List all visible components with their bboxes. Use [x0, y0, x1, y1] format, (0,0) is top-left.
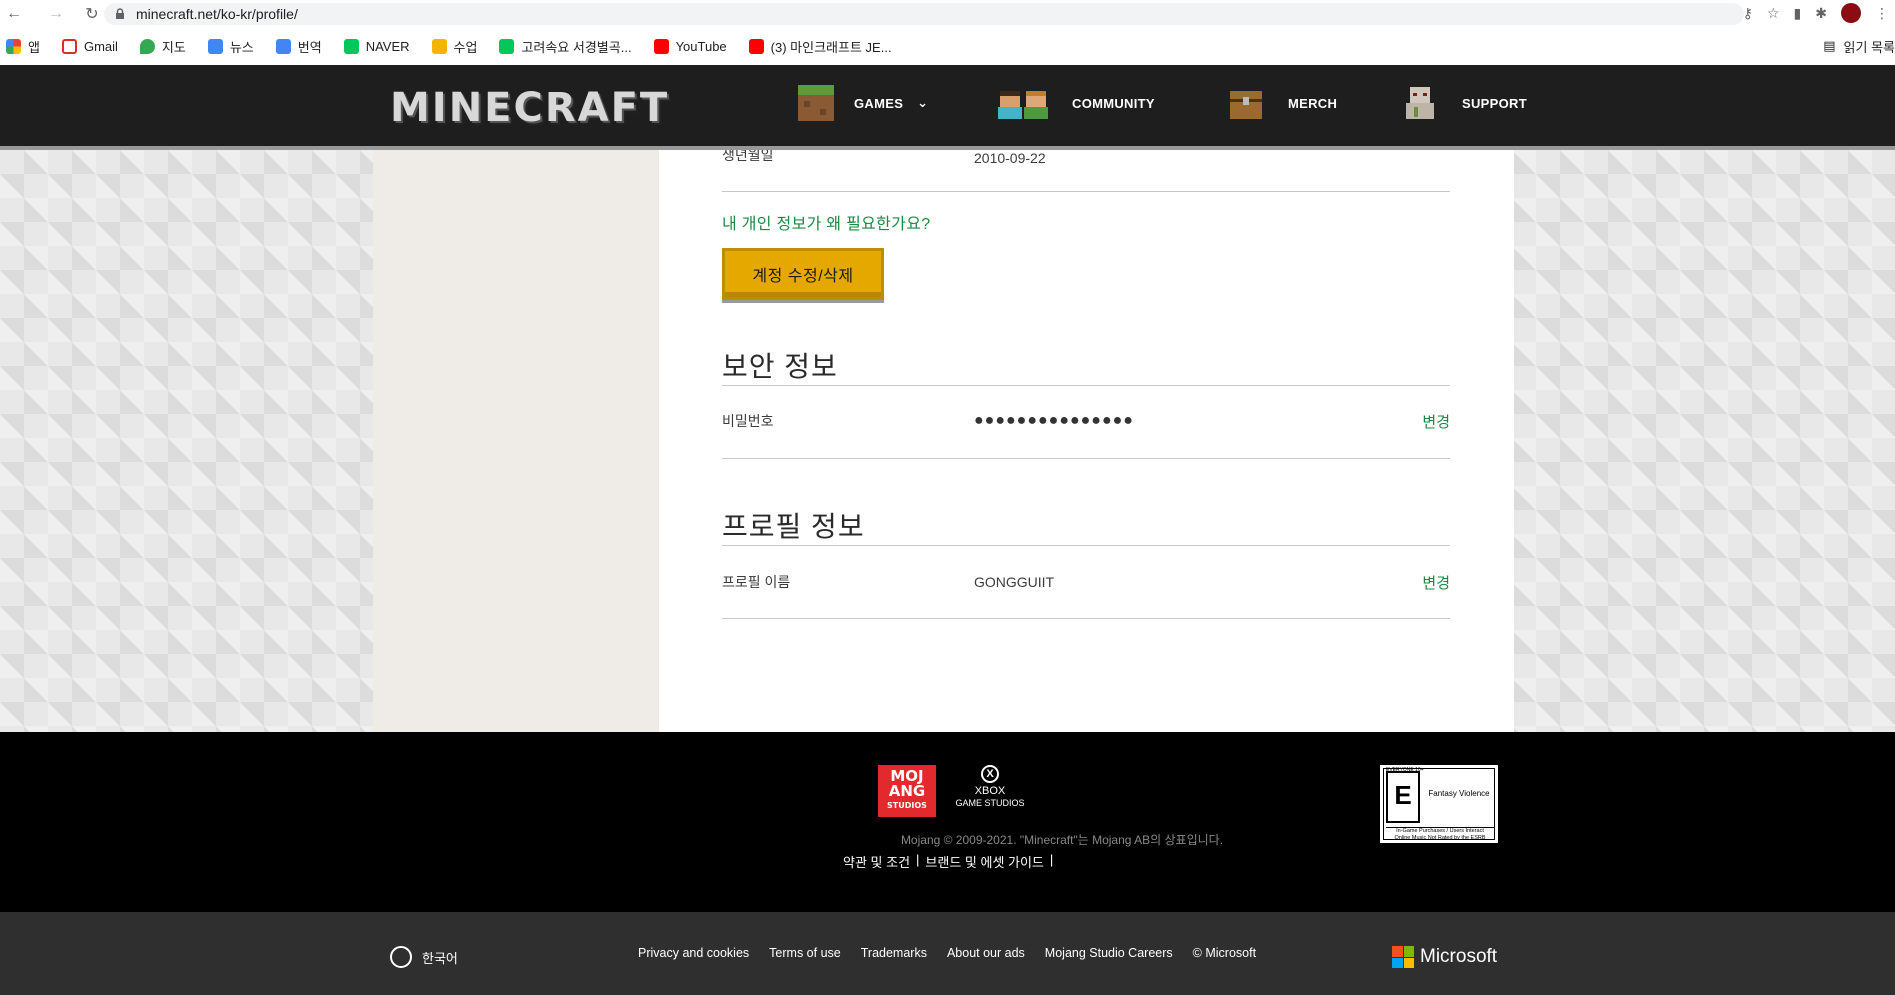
esrb-e-icon: E — [1386, 771, 1420, 823]
apps-grid-icon — [6, 38, 21, 54]
xbox-icon: X — [981, 765, 999, 783]
bookmark-translate[interactable]: 번역 — [275, 37, 322, 56]
language-selector[interactable]: 한국어 — [390, 946, 458, 968]
profile-content — [659, 150, 1514, 732]
divider — [722, 191, 1450, 192]
mojang-logo[interactable]: MOJANG STUDIOS — [878, 765, 936, 817]
divider — [722, 545, 1450, 546]
blog-icon — [499, 38, 515, 54]
profile-section-title: 프로필 정보 — [722, 511, 865, 542]
microsoft-copyright: © Microsoft — [1192, 946, 1257, 960]
security-section-title: 보안 정보 — [722, 351, 838, 382]
esrb-rating-badge[interactable]: EVERYONE 10+ E Fantasy Violence In-Game … — [1380, 765, 1498, 843]
nav-merch[interactable]: MERCH — [1228, 85, 1337, 121]
news-icon — [207, 38, 223, 54]
esrb-descriptor: Fantasy Violence — [1428, 789, 1490, 798]
bookmark-gmail[interactable]: Gmail — [61, 38, 118, 54]
bookmark-youtube[interactable]: YouTube — [653, 38, 727, 54]
browser-toolbar: ← → ↻ minecraft.net/ko-kr/profile/ ⚷ ☆ ▮… — [0, 0, 1895, 28]
menu-icon[interactable]: ⋮ — [1875, 5, 1889, 22]
microsoft-logo[interactable]: Microsoft — [1392, 946, 1497, 968]
bookmark-youtube-minecraft[interactable]: (3) 마인크래프트 JE... — [748, 37, 892, 56]
reload-button[interactable]: ↻ — [80, 2, 104, 26]
url-text: minecraft.net/ko-kr/profile/ — [136, 6, 298, 22]
nav-support[interactable]: SUPPORT — [1402, 85, 1527, 121]
password-value: ●●●●●●●●●●●●●●● — [974, 412, 1134, 429]
why-info-link[interactable]: 내 개인 정보가 왜 필요한가요? — [722, 210, 930, 234]
lock-icon — [116, 8, 124, 19]
birthdate-row: 생년월일 2010-09-22 — [722, 150, 1450, 166]
divider — [722, 458, 1450, 459]
back-button[interactable]: ← — [2, 2, 26, 26]
legal-links: 약관 및 조건 | 브랜드 및 에셋 가이드 | — [843, 852, 1053, 871]
divider — [722, 385, 1450, 386]
map-pin-icon — [139, 38, 155, 54]
nav-games[interactable]: GAMES ⌄ — [798, 85, 928, 121]
bookmark-news[interactable]: 뉴스 — [207, 37, 254, 56]
footer-bottom: 한국어 Privacy and cookies Terms of use Tra… — [0, 912, 1895, 995]
footer-main: MOJANG STUDIOS X XBOX GAME STUDIOS Mojan… — [0, 732, 1895, 912]
microsoft-squares-icon — [1392, 946, 1414, 968]
youtube-icon — [748, 38, 764, 54]
iron-golem-icon — [1406, 87, 1434, 119]
profile-name-row: 프로필 이름 GONGGUIIT 변경 — [722, 571, 1450, 593]
bookmark-apps[interactable]: 앱 — [6, 37, 40, 56]
careers-link[interactable]: Mojang Studio Careers — [1045, 946, 1173, 960]
avatar[interactable] — [1841, 3, 1861, 23]
about-ads-link[interactable]: About our ads — [947, 946, 1025, 960]
bookmark-maps[interactable]: 지도 — [139, 37, 186, 56]
site-header: MINECRAFT GAMES ⌄ COMMUNITY MERCH SUPPOR… — [0, 65, 1895, 150]
naver-icon — [343, 38, 359, 54]
key-icon[interactable]: ⚷ — [1743, 5, 1753, 22]
birthdate-value: 2010-09-22 — [974, 150, 1046, 166]
password-row: 비밀번호 ●●●●●●●●●●●●●●● 변경 — [722, 410, 1450, 432]
password-label: 비밀번호 — [722, 413, 774, 429]
divider — [722, 618, 1450, 619]
grass-block-icon — [798, 85, 834, 121]
trademarks-link[interactable]: Trademarks — [861, 946, 927, 960]
reading-list-icon: ▤ — [1823, 38, 1836, 53]
footer-links: Privacy and cookies Terms of use Tradema… — [638, 946, 1256, 960]
side-panel — [373, 150, 659, 732]
bookmark-naver[interactable]: NAVER — [343, 38, 410, 54]
gmail-icon — [61, 38, 77, 54]
star-icon[interactable]: ☆ — [1767, 5, 1780, 22]
birthdate-label: 생년월일 — [722, 150, 774, 163]
edit-account-button[interactable]: 계정 수정/삭제 — [722, 248, 884, 300]
esrb-fine-print: In-Game Purchases / Users Interact Onlin… — [1386, 827, 1494, 842]
translate-icon — [275, 38, 291, 54]
globe-icon — [390, 946, 412, 968]
copyright-text: Mojang © 2009-2021. "Minecraft"는 Mojang … — [900, 833, 1224, 847]
address-bar[interactable]: minecraft.net/ko-kr/profile/ — [104, 3, 1744, 25]
minecraft-logo[interactable]: MINECRAFT — [390, 85, 669, 131]
profile-name-label: 프로필 이름 — [722, 574, 791, 590]
change-profile-name-link[interactable]: 변경 — [1422, 572, 1450, 593]
terms-link[interactable]: 약관 및 조건 — [843, 852, 910, 871]
change-password-link[interactable]: 변경 — [1422, 411, 1450, 432]
brand-guide-link[interactable]: 브랜드 및 에셋 가이드 — [925, 852, 1043, 871]
bookmarks-bar: 앱 Gmail 지도 뉴스 번역 NAVER 수업 고려속요 서경별곡... Y… — [0, 33, 1895, 59]
chevron-down-icon: ⌄ — [917, 95, 929, 110]
separator: | — [916, 852, 920, 867]
youtube-icon — [653, 38, 669, 54]
bookmark-blog[interactable]: 고려속요 서경별곡... — [499, 37, 632, 56]
terms-of-use-link[interactable]: Terms of use — [769, 946, 841, 960]
xbox-game-studios-logo[interactable]: X XBOX GAME STUDIOS — [950, 765, 1030, 817]
profile-name-value: GONGGUIIT — [974, 574, 1055, 590]
classroom-icon — [431, 38, 447, 54]
extension-icon[interactable]: ▮ — [1794, 5, 1802, 22]
players-icon — [998, 91, 1048, 119]
bookmark-class[interactable]: 수업 — [431, 37, 477, 56]
separator: | — [1049, 852, 1054, 867]
privacy-link[interactable]: Privacy and cookies — [638, 946, 749, 960]
nav-community[interactable]: COMMUNITY — [996, 85, 1155, 121]
forward-button[interactable]: → — [44, 2, 68, 26]
chest-icon — [1230, 91, 1262, 119]
reading-list[interactable]: ▤ 읽기 목록 — [1823, 33, 1895, 59]
puzzle-icon[interactable]: ✱ — [1815, 5, 1827, 22]
